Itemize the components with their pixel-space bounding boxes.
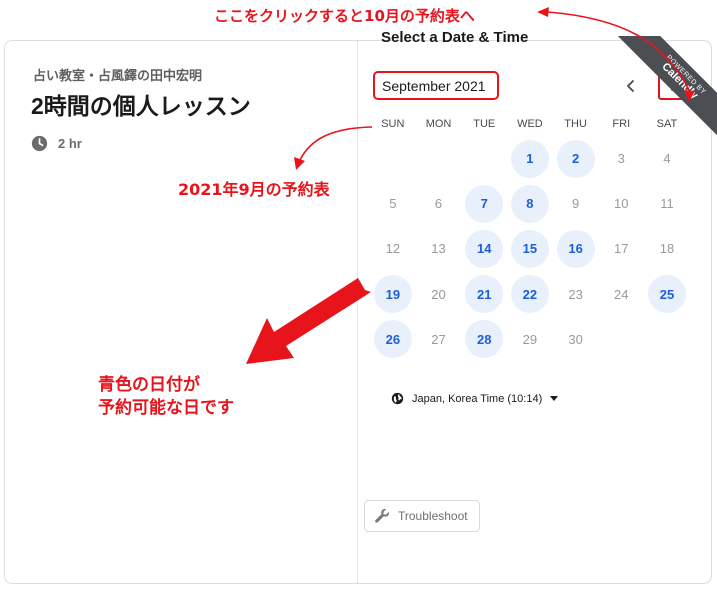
troubleshoot-button[interactable]: Troubleshoot (364, 500, 480, 532)
day-number: 13 (431, 241, 446, 257)
day-cell-available[interactable]: 21 (461, 272, 507, 317)
day-number: 8 (510, 184, 549, 223)
month-highlight-box (373, 71, 499, 100)
day-number: 30 (568, 331, 583, 347)
day-number: 27 (431, 331, 446, 347)
empty-cell (370, 136, 416, 181)
weekday-label: TUE (473, 118, 496, 130)
timezone-label: Japan, Korea Time (10:14) (412, 392, 543, 405)
day-cell-available[interactable]: 26 (370, 317, 416, 362)
weekday-label: THU (564, 118, 587, 130)
day-number: 28 (465, 320, 504, 359)
weekday-label: WED (517, 118, 543, 130)
duration-text: 2 hr (58, 136, 82, 151)
day-cell-available[interactable]: 14 (461, 226, 507, 271)
day-cell: 30 (553, 317, 599, 362)
day-cell: 18 (644, 226, 690, 271)
day-number: 9 (571, 196, 580, 212)
day-number: 18 (659, 241, 675, 257)
organizer-name: 占い教室・占風鐸の田中宏明 (33, 68, 203, 83)
day-cell-available[interactable]: 22 (507, 272, 553, 317)
day-cell: 6 (416, 181, 462, 226)
powered-by-calendly-ribbon[interactable]: POWERED BY Calendly (610, 36, 717, 146)
day-cell-available[interactable]: 8 (507, 181, 553, 226)
clock-icon (31, 135, 48, 152)
day-cell: 12 (370, 226, 416, 271)
day-number: 2 (556, 139, 595, 178)
day-cell: 17 (598, 226, 644, 271)
day-number: 19 (373, 275, 412, 314)
day-number: 25 (647, 275, 686, 314)
day-cell: 20 (416, 272, 462, 317)
day-cell: 11 (644, 181, 690, 226)
day-number: 16 (556, 229, 595, 268)
day-number: 7 (465, 184, 504, 223)
empty-cell (461, 136, 507, 181)
calendar-grid: 1 2 3 4 5 6 7 8 9 10 11 12 13 14 15 16 1… (370, 136, 690, 362)
day-number: 26 (373, 320, 412, 359)
event-details-panel: 占い教室・占風鐸の田中宏明 2時間の個人レッスン 2 hr (5, 41, 358, 583)
day-cell-available[interactable]: 16 (553, 226, 599, 271)
day-cell: 23 (553, 272, 599, 317)
day-cell-available[interactable]: 1 (507, 136, 553, 181)
globe-icon (391, 392, 404, 405)
day-number: 23 (568, 286, 583, 302)
weekday-label: MON (425, 118, 452, 130)
day-cell: 24 (598, 272, 644, 317)
day-number: 17 (614, 241, 629, 257)
day-cell: 13 (416, 226, 462, 271)
timezone-selector[interactable]: Japan, Korea Time (10:14) (391, 392, 559, 405)
day-cell-available[interactable]: 7 (461, 181, 507, 226)
wrench-icon (375, 509, 389, 523)
day-number: 14 (465, 229, 504, 268)
event-duration: 2 hr (31, 135, 82, 152)
day-number: 22 (510, 275, 549, 314)
select-date-heading: Select a Date & Time (381, 29, 529, 46)
day-cell: 5 (370, 181, 416, 226)
day-number: 12 (385, 241, 401, 257)
day-number: 29 (522, 331, 538, 347)
day-cell: 29 (507, 317, 553, 362)
weekday-label: SUN (381, 118, 405, 130)
empty-cell (416, 136, 462, 181)
day-number: 6 (434, 196, 443, 212)
day-cell: 9 (553, 181, 599, 226)
day-number: 5 (389, 196, 397, 212)
annotation-blue-dates-2: 予約可能な日です (98, 398, 234, 418)
arrow-head-top (537, 7, 549, 17)
day-cell-available[interactable]: 2 (553, 136, 599, 181)
annotation-blue-dates-1: 青色の日付が (98, 375, 200, 395)
day-number: 10 (614, 196, 629, 212)
day-number: 1 (510, 139, 549, 178)
day-number: 21 (465, 275, 504, 314)
annotation-next-month: ここをクリックすると10月の予約表へ (214, 7, 475, 25)
day-number: 15 (510, 229, 549, 268)
day-cell: 10 (598, 181, 644, 226)
day-cell-available[interactable]: 28 (461, 317, 507, 362)
day-cell: 27 (416, 317, 462, 362)
day-cell-available[interactable]: 15 (507, 226, 553, 271)
annotation-september: 2021年9月の予約表 (178, 180, 330, 199)
troubleshoot-label: Troubleshoot (398, 509, 468, 523)
day-cell-available[interactable]: 19 (370, 272, 416, 317)
ribbon-band: POWERED BY Calendly (614, 36, 717, 146)
event-title: 2時間の個人レッスン (31, 93, 251, 119)
caret-down-icon (550, 396, 559, 401)
day-number: 24 (614, 286, 629, 302)
day-number: 11 (660, 196, 674, 212)
day-cell-available[interactable]: 25 (644, 272, 690, 317)
day-number: 20 (431, 286, 446, 302)
